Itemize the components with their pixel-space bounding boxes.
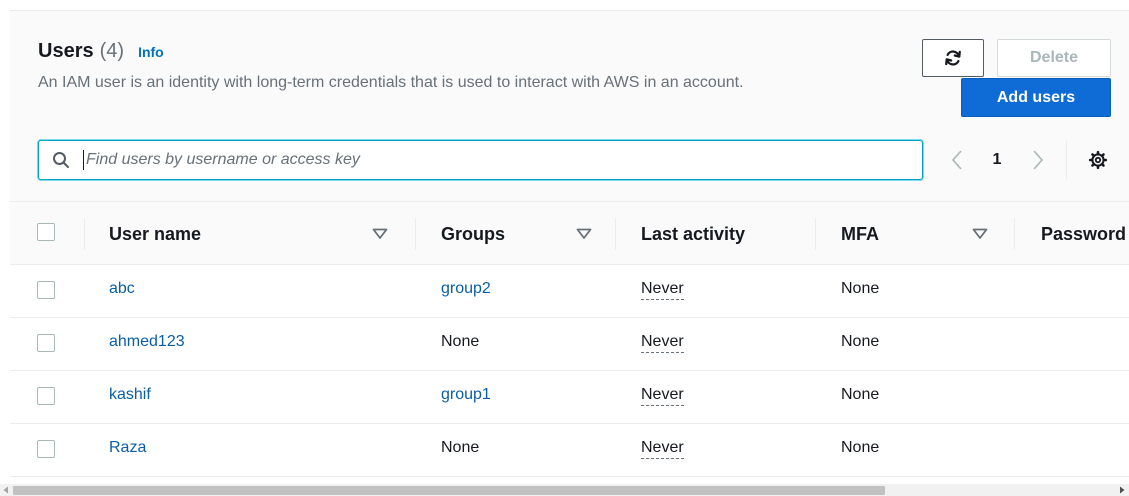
table-header: User name Groups Last activity MFA Passw… <box>10 201 1129 265</box>
column-divider <box>84 218 85 250</box>
page-description: An IAM user is an identity with long-ter… <box>38 74 744 91</box>
preferences-button[interactable] <box>1084 146 1112 174</box>
user-name-link[interactable]: ahmed123 <box>109 333 185 351</box>
chevron-left-icon <box>951 150 962 170</box>
scroll-left-arrow-icon[interactable] <box>2 486 10 494</box>
page-number-button[interactable]: 1 <box>985 148 1009 172</box>
row-checkbox[interactable] <box>37 440 55 458</box>
column-divider <box>415 218 416 250</box>
sort-icon[interactable] <box>972 228 988 240</box>
title-row: Users (4) Info <box>38 40 164 63</box>
select-all-checkbox[interactable] <box>37 223 55 241</box>
table-row[interactable]: ahmed123 None Never None <box>10 318 1129 371</box>
sort-icon[interactable] <box>576 228 592 240</box>
next-page-button[interactable] <box>1025 146 1051 174</box>
scrollbar-thumb[interactable] <box>13 486 885 495</box>
table-row[interactable]: kashif group1 Never None <box>10 371 1129 424</box>
chevron-right-icon <box>1033 150 1044 170</box>
column-header-mfa[interactable]: MFA <box>841 224 879 245</box>
user-name-link[interactable]: abc <box>109 280 135 298</box>
column-header-groups[interactable]: Groups <box>441 224 505 245</box>
group-link[interactable]: group2 <box>441 280 491 298</box>
last-activity-value[interactable]: Never <box>641 386 684 406</box>
groups-value: None <box>441 333 480 350</box>
add-users-button[interactable]: Add users <box>961 78 1111 117</box>
page-title: Users <box>38 40 94 62</box>
search-input[interactable] <box>86 151 922 169</box>
column-header-last-activity[interactable]: Last activity <box>641 224 745 245</box>
column-divider <box>1014 218 1015 250</box>
search-box[interactable] <box>38 140 923 180</box>
gear-icon <box>1088 150 1108 170</box>
user-count: (4) <box>99 40 125 62</box>
sort-icon[interactable] <box>372 228 388 240</box>
column-divider <box>815 218 816 250</box>
column-divider <box>615 218 616 250</box>
column-header-user-name[interactable]: User name <box>109 224 201 245</box>
delete-button[interactable]: Delete <box>997 39 1111 77</box>
refresh-icon <box>945 50 961 66</box>
previous-page-button[interactable] <box>944 146 970 174</box>
scroll-right-arrow-icon[interactable] <box>1118 486 1126 494</box>
iam-users-page: Users (4) Info An IAM user is an identit… <box>0 0 1129 496</box>
text-cursor <box>83 150 84 170</box>
search-icon <box>39 151 83 169</box>
group-link[interactable]: group1 <box>441 386 491 404</box>
horizontal-scrollbar[interactable] <box>0 484 1129 496</box>
table-row[interactable]: Raza None Never None <box>10 424 1129 477</box>
info-link[interactable]: Info <box>138 44 164 60</box>
mfa-value: None <box>841 280 880 297</box>
mfa-value: None <box>841 439 880 456</box>
last-activity-value[interactable]: Never <box>641 333 684 353</box>
groups-value: None <box>441 439 480 456</box>
last-activity-value[interactable]: Never <box>641 439 684 459</box>
row-checkbox[interactable] <box>37 387 55 405</box>
mfa-value: None <box>841 333 880 350</box>
user-name-link[interactable]: Raza <box>109 439 146 457</box>
pagination-divider <box>1066 140 1067 180</box>
mfa-value: None <box>841 386 880 403</box>
column-header-password[interactable]: Password <box>1041 224 1126 245</box>
refresh-button[interactable] <box>922 39 984 77</box>
last-activity-value[interactable]: Never <box>641 280 684 300</box>
row-checkbox[interactable] <box>37 281 55 299</box>
table-row[interactable]: abc group2 Never None <box>10 265 1129 318</box>
row-checkbox[interactable] <box>37 334 55 352</box>
user-name-link[interactable]: kashif <box>109 386 151 404</box>
